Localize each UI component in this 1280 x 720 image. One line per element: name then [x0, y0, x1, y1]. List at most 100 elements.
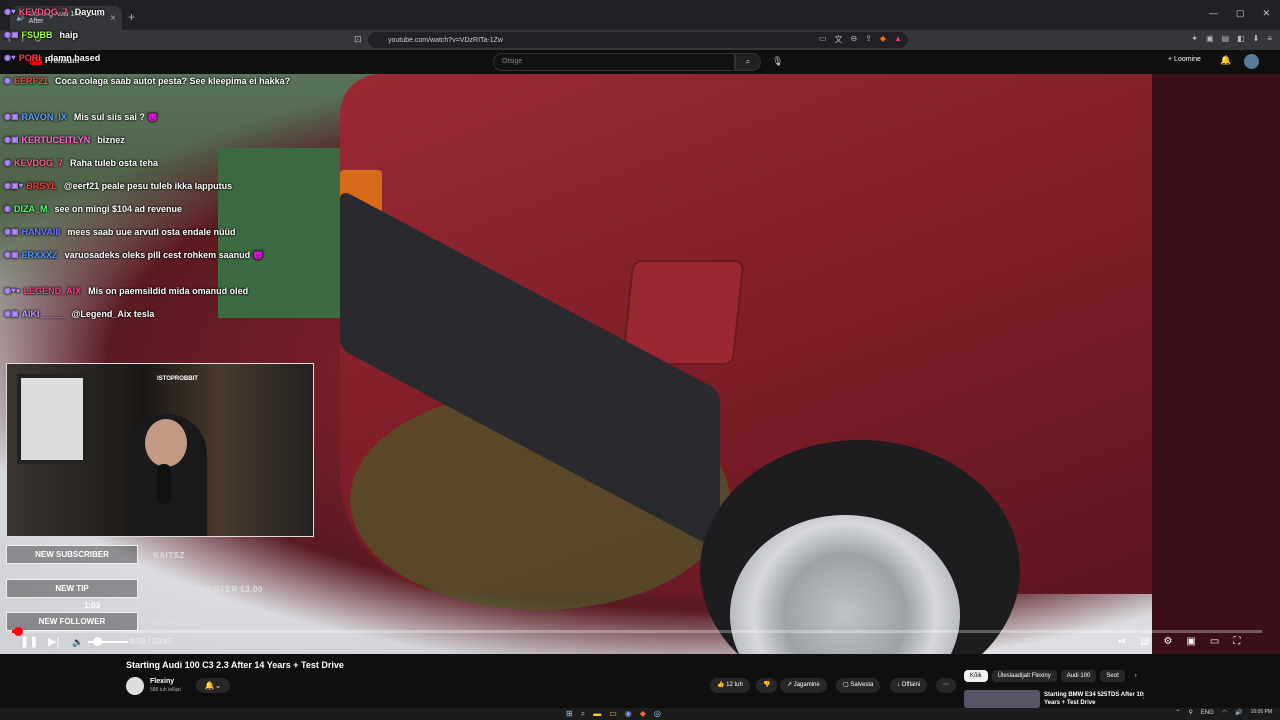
share-label: Jagamine: [793, 682, 820, 688]
chat-user: KERTUCEITLYN: [21, 135, 91, 145]
recommended-thumbnail[interactable]: [964, 690, 1040, 708]
search-input[interactable]: Otsige: [493, 53, 735, 71]
screen: 🔊 Starting Audi 100 C2 2.3 After × + — ▢…: [0, 0, 1280, 720]
chat-user: AIKI_____: [21, 309, 65, 319]
download-button[interactable]: ↓ Offlaini: [890, 678, 928, 693]
chat-text: Raha tuleb osta teha: [70, 158, 159, 168]
volume-icon[interactable]: 🔈: [72, 637, 83, 648]
triangle-icon[interactable]: ▲: [894, 34, 902, 45]
tray-chevron-icon[interactable]: ⌃: [1175, 709, 1180, 716]
tray-app-icon[interactable]: ⚲: [1188, 709, 1192, 716]
translate-icon[interactable]: 文: [835, 34, 843, 45]
sidebar-icon[interactable]: ◧: [1237, 34, 1245, 43]
share-button[interactable]: ↗ Jagamine: [780, 678, 827, 693]
discord-icon[interactable]: ◉: [625, 709, 632, 719]
channel-name[interactable]: Flexiny: [150, 678, 174, 685]
share-icon[interactable]: ⇪: [865, 34, 872, 45]
shield-icon[interactable]: ◆: [880, 34, 886, 45]
chip-next-icon[interactable]: ›: [1129, 670, 1143, 682]
windows-start-icon[interactable]: ⊞: [566, 709, 573, 719]
badge-icon: ◉▣: [4, 250, 19, 259]
speaker-tray-icon[interactable]: 🔊: [1235, 709, 1242, 716]
folder-icon[interactable]: ▭: [609, 709, 617, 719]
download-icon[interactable]: ⬇: [1253, 34, 1260, 43]
clock[interactable]: 10:06 PM: [1251, 710, 1272, 715]
badge-icon: ◉♥: [4, 7, 16, 16]
youtube-header: Premium Otsige ⌕ 🎙 + Loomine 🔔: [0, 50, 1280, 74]
autoplay-toggle-icon[interactable]: ⏯: [1118, 636, 1126, 647]
chat-text: varuosadeks oleks pill cest rohkem saanu…: [64, 250, 264, 260]
create-label: Loomine: [1174, 56, 1201, 63]
chat-message: ◉♥ KEVDOG_7 Dayum: [4, 7, 105, 17]
progress-bar[interactable]: [12, 627, 1262, 636]
save-label: Salvesta: [850, 682, 874, 688]
close-tab-icon[interactable]: ×: [110, 13, 116, 24]
pause-icon[interactable]: ❚❚: [20, 635, 38, 648]
chat-text: Mis sul siis sai ? 😈: [73, 112, 159, 122]
recommended-title[interactable]: Starting BMW E34 525TDS After 10 Years +…: [1044, 691, 1144, 707]
more-actions-button[interactable]: ⋯: [936, 678, 956, 693]
volume-knob[interactable]: [93, 637, 102, 646]
mic-icon[interactable]: 🎙: [772, 56, 783, 67]
chat-user: PORI: [18, 53, 41, 63]
theater-mode-icon[interactable]: ▭: [1210, 636, 1219, 647]
menu-icon[interactable]: ≡: [1267, 34, 1272, 43]
close-window-icon[interactable]: ✕: [1262, 8, 1270, 19]
chip[interactable]: Üleslaadijalt Flexiny: [991, 670, 1057, 682]
badge-icon: ◉▣♥: [4, 181, 24, 190]
url-field[interactable]: youtube.com/watch?v=VDzRITa-1Zw ▭ 文 ⊖ ⇪ …: [368, 32, 908, 48]
chat-user: EERF21: [13, 76, 48, 86]
subscriber-count: 588 tuh tellijat: [150, 687, 181, 693]
chat-user: KEVDOG_7: [13, 158, 64, 168]
like-button[interactable]: 👍 12 tuh: [710, 678, 750, 693]
channel-avatar[interactable]: [126, 677, 144, 695]
language-indicator[interactable]: ENG: [1201, 710, 1214, 716]
chat-text: Dayum: [74, 7, 105, 17]
share-arrow-icon: ↗: [787, 682, 793, 688]
fullscreen-icon[interactable]: ⛶: [1233, 636, 1240, 647]
chat-message: ◉♥● LEGEND_AIX Mis on paemsildid mida oman…: [4, 286, 248, 296]
file-explorer-icon[interactable]: ▬: [593, 709, 601, 719]
notifications-bell-icon[interactable]: 🔔: [1220, 55, 1231, 66]
chat-message: ◉ DIZA_M see on mingi $104 ad revenue: [4, 204, 182, 214]
omnibox-icons: ▭ 文 ⊖ ⇪ ◆ ▲: [819, 34, 902, 45]
new-tab-button[interactable]: +: [128, 10, 135, 24]
chat-message: ◉▣ AIKI_____ @Legend_Aix tesla: [4, 309, 154, 319]
dislike-button[interactable]: 👎: [756, 678, 778, 693]
steam-icon[interactable]: ◎: [654, 709, 661, 719]
chat-user: BRSYL: [26, 181, 57, 191]
browser-icon[interactable]: ◆: [640, 709, 646, 719]
miniplayer-icon[interactable]: ▣: [1186, 636, 1195, 647]
search-button[interactable]: ⌕: [735, 53, 761, 71]
chat-text: haip: [59, 30, 79, 40]
search-taskbar-icon[interactable]: ⌕: [581, 709, 585, 719]
badge-icon: ◉▣: [4, 227, 19, 236]
chip[interactable]: Kõik: [964, 670, 988, 682]
screen-icon[interactable]: ▭: [819, 34, 827, 45]
recommended-more-icon[interactable]: ⋮: [1140, 692, 1147, 700]
create-button[interactable]: + Loomine: [1168, 56, 1201, 63]
alert-follower-name: WBABBZZ: [153, 618, 197, 627]
chat-user: KEVDOG_7: [18, 7, 68, 17]
chip[interactable]: Audi 100: [1060, 670, 1097, 682]
subtitles-icon[interactable]: ▤: [1140, 636, 1149, 647]
chat-user: LEGEND_AIX: [23, 286, 82, 296]
wifi-icon[interactable]: ◠: [1222, 709, 1227, 716]
minimize-icon[interactable]: —: [1209, 8, 1218, 19]
save-button[interactable]: ▢ Salvesta: [836, 678, 881, 693]
video-side-panel: [1152, 74, 1280, 654]
settings-gear-icon[interactable]: ⚙: [1163, 636, 1172, 647]
badge-icon: ◉♥: [4, 53, 16, 62]
next-icon[interactable]: ▶|: [48, 635, 59, 648]
bookmark-icon[interactable]: ⊡: [354, 34, 362, 45]
maximize-icon[interactable]: ▢: [1236, 8, 1245, 19]
account-avatar[interactable]: [1244, 54, 1259, 69]
zoom-icon[interactable]: ⊖: [851, 34, 858, 45]
wallet-icon[interactable]: ▣: [1206, 34, 1214, 43]
player-right-controls: ⏯ ▤ ⚙ ▣ ▭ ⛶: [1118, 636, 1240, 647]
subscribed-bell-button[interactable]: 🔔⌄: [196, 678, 230, 693]
bookmarks-icon[interactable]: ▤: [1222, 34, 1230, 43]
extension-icon[interactable]: ✦: [1191, 34, 1198, 43]
chip[interactable]: Seot: [1100, 670, 1125, 682]
chat-user: DIZA_M: [13, 204, 48, 214]
